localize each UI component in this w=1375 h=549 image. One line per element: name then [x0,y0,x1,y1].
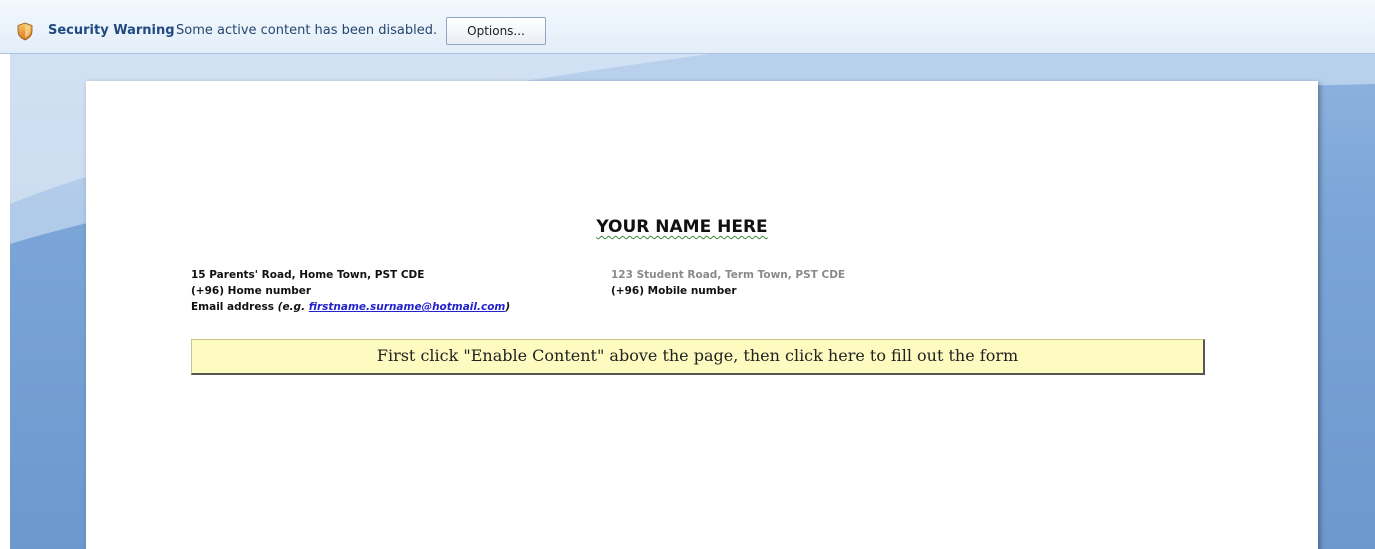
security-warning-title: Security Warning [48,23,175,38]
home-address: 15 Parents' Road, Home Town, PST CDE [191,269,425,281]
workspace-left-edge [0,54,10,549]
security-message-bar: Security Warning Some active content has… [0,0,1375,54]
mobile-phone-label: Mobile number [647,285,737,297]
mobile-phone-prefix: (+96) [611,285,645,297]
name-heading: YOUR NAME HERE [86,217,1278,237]
home-phone-label: Home number [227,285,312,297]
mobile-phone: (+96) Mobile number [611,283,845,299]
document-page[interactable]: YOUR NAME HERE 15 Parents' Road, Home To… [86,81,1318,549]
shield-warning-icon [17,22,33,41]
options-button[interactable]: Options... [446,17,546,45]
document-workspace: YOUR NAME HERE 15 Parents' Road, Home To… [0,54,1375,549]
term-contact-block: 123 Student Road, Term Town, PST CDE (+9… [611,267,845,299]
fill-out-form-button[interactable]: First click "Enable Content" above the p… [191,339,1205,375]
security-warning-message: Some active content has been disabled. [176,23,438,38]
email-hint-suffix: ) [505,301,511,313]
name-heading-text: YOUR NAME HERE [596,217,768,237]
email-label: Email address [191,301,274,313]
home-phone: (+96) Home number [191,283,510,299]
email-example-link[interactable]: firstname.surname@hotmail.com [309,301,506,313]
term-address: 123 Student Road, Term Town, PST CDE [611,269,846,281]
email-hint-prefix: (e.g. [277,301,306,313]
home-contact-block: 15 Parents' Road, Home Town, PST CDE (+9… [191,267,510,315]
home-phone-prefix: (+96) [191,285,225,297]
email-line: Email address (e.g. firstname.surname@ho… [191,299,510,315]
